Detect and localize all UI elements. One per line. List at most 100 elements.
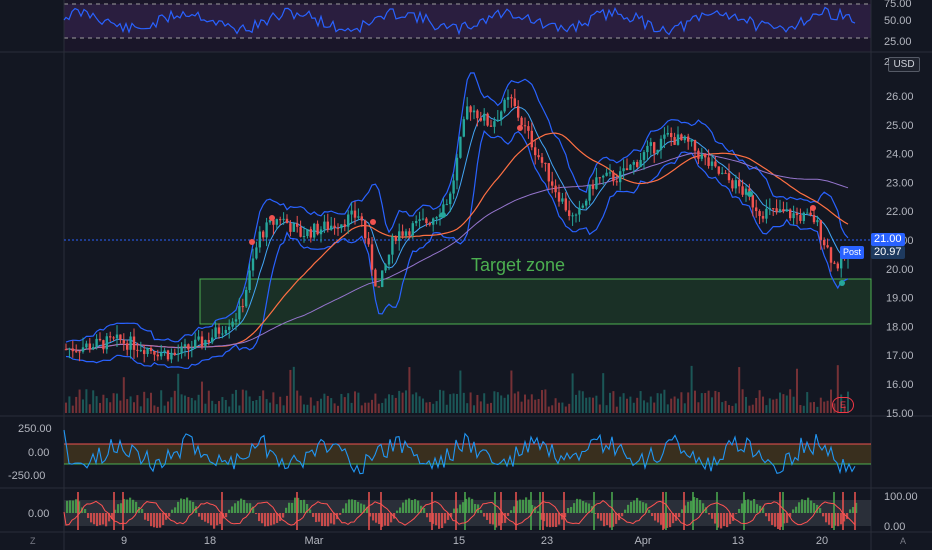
stoch-bar (270, 513, 273, 526)
candle-body (581, 205, 584, 208)
volume-bar (214, 404, 217, 413)
candle-body (557, 192, 561, 202)
cci-tick-neg250: -250.00 (8, 470, 46, 482)
candle-body (469, 106, 472, 113)
stoch-bar (315, 513, 318, 523)
volume-bar (306, 404, 309, 413)
candle-body (472, 110, 476, 113)
stoch-bar (483, 513, 486, 517)
volume-bar (775, 398, 778, 413)
candle-body (540, 157, 544, 163)
volume-bar (802, 405, 805, 413)
currency-label[interactable]: USD (888, 57, 920, 72)
stoch-bar (552, 513, 555, 527)
candle-body (775, 208, 778, 213)
candle-body (585, 200, 588, 206)
stoch-bar (324, 513, 327, 527)
stoch-bar (723, 513, 726, 527)
volume-bar (507, 394, 509, 413)
volume-bar (354, 391, 356, 413)
volume-bar (190, 397, 193, 413)
candle-body (183, 344, 187, 347)
signal-marker (249, 239, 255, 245)
price-tick: 17.00 (886, 350, 914, 362)
stoch-bar (90, 513, 93, 523)
candle-body (500, 111, 503, 120)
stoch-bar (615, 513, 618, 524)
stoch-bar (651, 513, 654, 517)
stoch-bar (831, 513, 834, 528)
candle-body (126, 343, 129, 350)
volume-bar (333, 403, 336, 413)
stoch-bar (462, 502, 465, 513)
candle-body (404, 231, 408, 236)
stoch-bar (180, 498, 183, 513)
candle-body (153, 350, 156, 355)
volume-bar (364, 402, 367, 413)
stoch-bar (810, 500, 813, 513)
volume-bar (173, 390, 176, 413)
stoch-bar (777, 513, 780, 529)
volume-bar (360, 405, 363, 413)
stoch-bar (189, 500, 192, 513)
candle-body (166, 350, 170, 360)
stoch-bar (99, 513, 102, 526)
candle-body (489, 125, 493, 127)
stoch-bar (852, 507, 855, 513)
candle-body (452, 180, 455, 194)
price-tick: 18.00 (886, 321, 914, 333)
volume-bar (694, 390, 696, 413)
candle-body (71, 348, 74, 352)
stoch-bar (555, 513, 558, 528)
volume-bar (289, 369, 292, 413)
volume-bar (422, 398, 424, 413)
rsi-tick-75: 75.00 (884, 0, 912, 10)
stoch-bar (648, 509, 651, 513)
stoch-bar (822, 513, 825, 517)
volume-bar (279, 396, 282, 413)
candle-body (75, 351, 78, 353)
candle-body (228, 326, 231, 330)
candle-body (836, 263, 839, 269)
volume-bar (806, 392, 809, 413)
corner-left-label[interactable]: Z (30, 536, 36, 546)
stoch-bar (537, 511, 540, 513)
target-zone[interactable] (199, 278, 872, 325)
volume-bar (745, 396, 747, 413)
candle-body (547, 163, 550, 182)
stoch-bar (102, 513, 105, 525)
corner-right-label[interactable]: A (900, 536, 906, 546)
volume-bar (405, 390, 407, 413)
stoch-bar (147, 513, 150, 521)
time-tick: 9 (121, 535, 127, 547)
earnings-icon[interactable]: E (832, 397, 854, 413)
volume-bar (826, 400, 829, 413)
candle-body (330, 225, 333, 230)
volume-bar (687, 392, 690, 413)
stoch-bar (765, 513, 768, 517)
candle-body (755, 207, 758, 212)
stoch-bar (681, 509, 684, 513)
candle-body (391, 236, 394, 255)
candle-body (517, 106, 520, 118)
candle-body (761, 216, 765, 219)
candle-body (670, 132, 673, 138)
volume-bar (660, 393, 662, 413)
volume-bar (595, 395, 598, 413)
volume-bar (724, 400, 727, 413)
candle-body (673, 137, 676, 145)
volume-bar (146, 398, 149, 413)
volume-bar (330, 398, 333, 413)
volume-bar (456, 393, 458, 413)
candle-body (415, 220, 418, 224)
stoch-bar (285, 507, 288, 513)
post-price-tag: 20.97 (871, 246, 905, 259)
stoch-bar (429, 513, 432, 522)
stoch-bar (468, 497, 471, 513)
signal-marker (269, 215, 275, 221)
chart-canvas[interactable]: 26.0025.0024.0023.0022.0021.0020.0019.00… (0, 0, 932, 550)
stoch-bar (243, 499, 246, 513)
candle-body (751, 195, 754, 208)
stoch-bar (573, 503, 576, 513)
candle-body (445, 204, 448, 206)
